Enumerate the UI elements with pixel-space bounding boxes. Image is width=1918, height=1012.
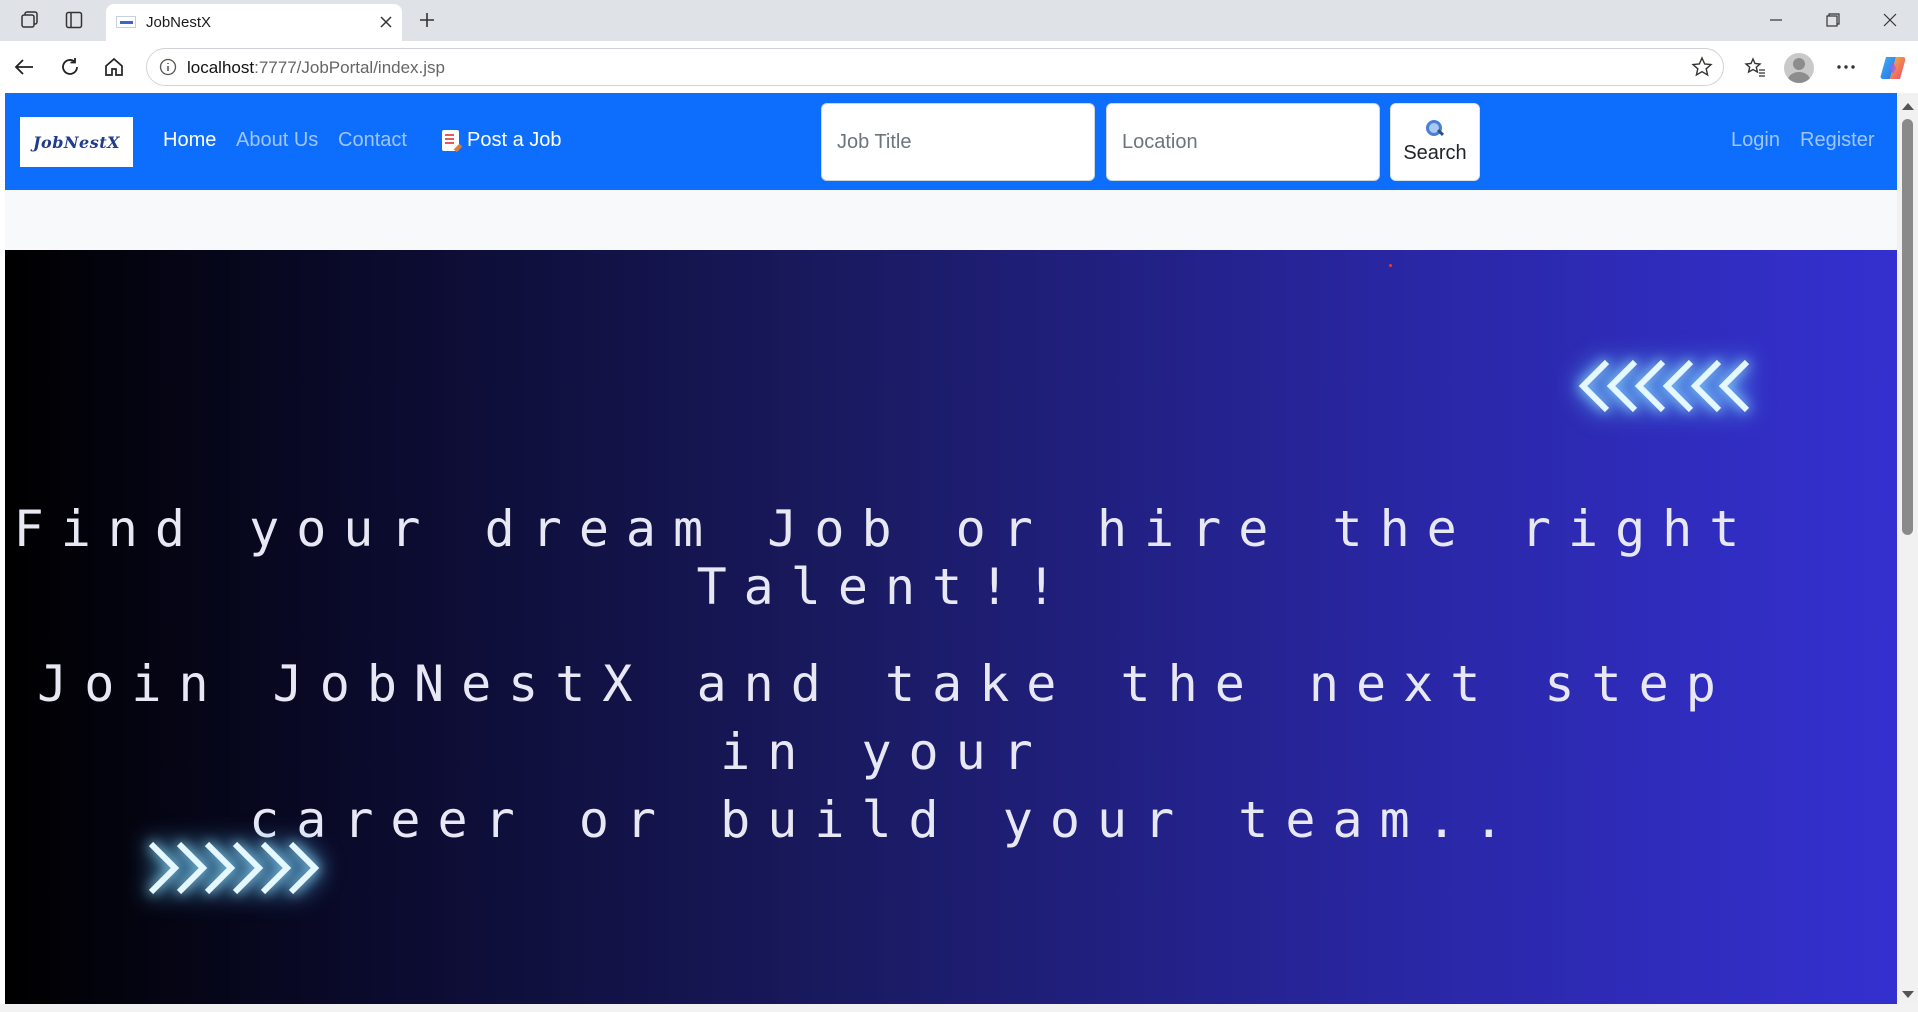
close-tab-icon[interactable] xyxy=(374,10,398,34)
restore-icon[interactable] xyxy=(1813,6,1853,34)
hero-subheadline-line1: Join JobNestX and take the next step in … xyxy=(37,655,1733,781)
profile-avatar[interactable] xyxy=(1784,53,1814,83)
url-text[interactable]: localhost:7777/JobPortal/index.jsp xyxy=(187,58,445,78)
brand-logo-text: JobNestX xyxy=(32,132,121,152)
search-button-label: Search xyxy=(1403,141,1467,164)
scrollbar-thumb[interactable] xyxy=(1902,119,1913,535)
scroll-down-arrow-icon[interactable] xyxy=(1902,991,1914,998)
scroll-up-arrow-icon[interactable] xyxy=(1902,103,1914,110)
close-window-icon[interactable] xyxy=(1870,6,1910,34)
post-job-link[interactable]: Post a Job xyxy=(442,129,562,152)
home-icon[interactable] xyxy=(98,51,130,83)
back-icon[interactable] xyxy=(8,51,40,83)
address-bar[interactable]: localhost:7777/JobPortal/index.jsp xyxy=(146,48,1724,86)
chevrons-right-icon xyxy=(143,840,323,901)
chevrons-left-icon xyxy=(1575,358,1755,419)
page-viewport: JobNestX Home About Us Contact Post a Jo… xyxy=(5,93,1897,1004)
browser-toolbar: localhost:7777/JobPortal/index.jsp xyxy=(0,41,1918,93)
refresh-icon[interactable] xyxy=(54,51,86,83)
login-link[interactable]: Login xyxy=(1731,129,1780,152)
favorites-icon[interactable] xyxy=(1739,51,1771,83)
site-favicon-icon xyxy=(116,16,136,28)
copilot-icon[interactable] xyxy=(1878,53,1908,83)
hero-subheadline: Join JobNestX and take the next step in … xyxy=(5,650,1765,854)
nav-about-link[interactable]: About Us xyxy=(236,129,318,152)
site-info-icon[interactable] xyxy=(159,58,177,76)
location-input[interactable] xyxy=(1106,103,1380,181)
browser-tab-bar: JobNestX xyxy=(0,0,1918,41)
url-host: localhost xyxy=(187,58,255,77)
nav-contact-link[interactable]: Contact xyxy=(338,129,407,152)
page-scrollbar[interactable] xyxy=(1897,93,1918,1004)
register-link[interactable]: Register xyxy=(1800,129,1874,152)
new-tab-icon[interactable] xyxy=(412,6,442,34)
post-job-label: Post a Job xyxy=(467,129,562,151)
hero-banner: Find your dream Job or hire the right Ta… xyxy=(5,250,1897,1004)
search-button[interactable]: Search xyxy=(1390,103,1480,181)
favorite-star-icon[interactable] xyxy=(1691,56,1713,78)
workspaces-icon[interactable] xyxy=(15,6,45,34)
more-options-icon[interactable] xyxy=(1830,51,1862,83)
tab-title: JobNestX xyxy=(146,14,212,31)
browser-tab[interactable]: JobNestX xyxy=(106,4,402,41)
decorative-dot xyxy=(1389,264,1392,267)
hero-headline: Find your dream Job or hire the right Ta… xyxy=(13,500,1757,616)
brand-logo[interactable]: JobNestX xyxy=(20,117,133,167)
nav-home-link[interactable]: Home xyxy=(163,129,216,152)
vertical-tabs-icon[interactable] xyxy=(59,6,89,34)
minimize-icon[interactable] xyxy=(1756,6,1796,34)
magnifier-icon xyxy=(1426,119,1444,138)
window-bottom-edge xyxy=(0,1004,1918,1012)
site-navbar: JobNestX Home About Us Contact Post a Jo… xyxy=(5,93,1897,190)
url-path: :7777/JobPortal/index.jsp xyxy=(254,58,446,77)
job-title-input[interactable] xyxy=(821,103,1095,181)
memo-icon xyxy=(442,130,459,151)
